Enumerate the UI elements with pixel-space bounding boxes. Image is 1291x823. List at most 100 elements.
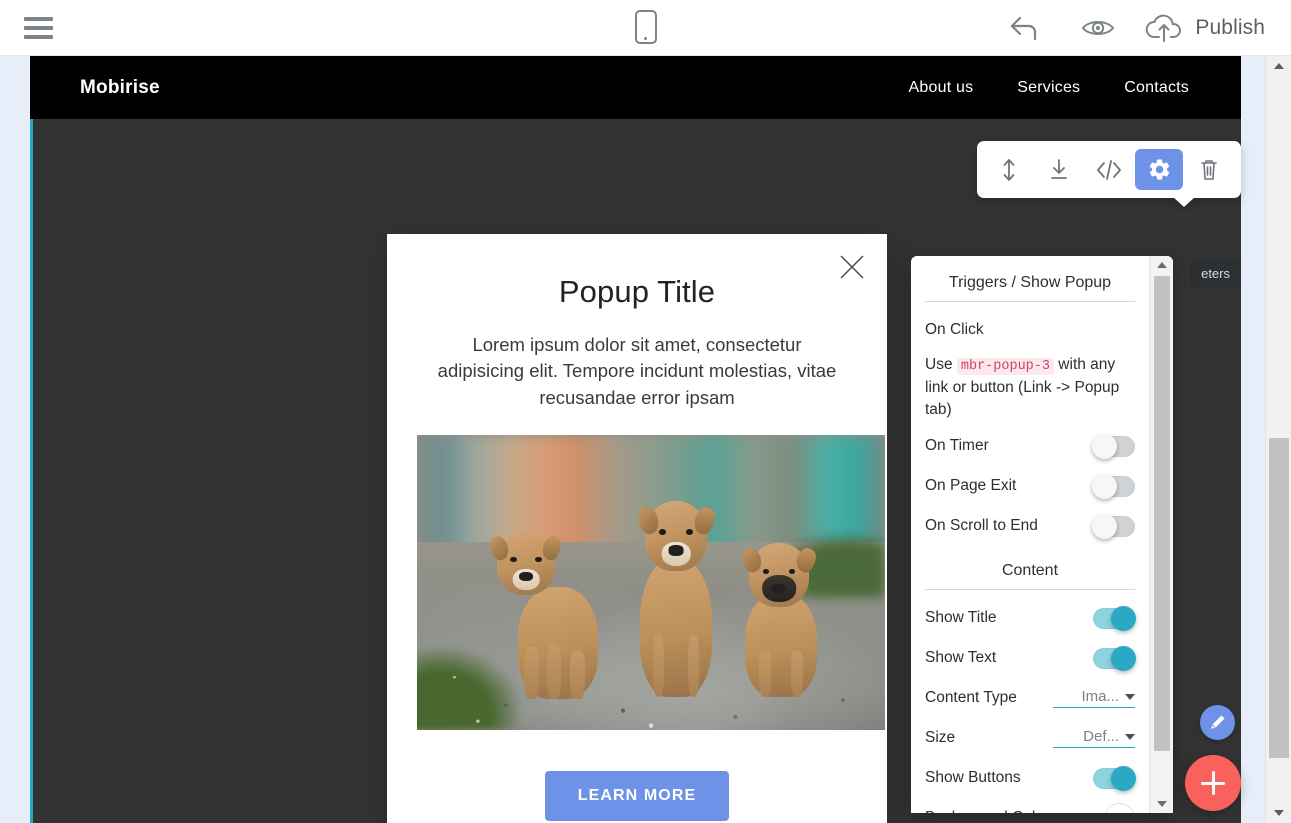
delete-block-button[interactable] xyxy=(1185,149,1233,190)
puppy-ear xyxy=(793,546,819,575)
edit-style-fab[interactable] xyxy=(1200,705,1235,740)
code-brackets-icon xyxy=(1094,158,1124,182)
select-content-type-value: Ima... xyxy=(1081,688,1119,705)
trash-icon xyxy=(1197,157,1221,183)
label-show-text: Show Text xyxy=(925,649,996,667)
publish-button[interactable]: Publish xyxy=(1135,12,1265,44)
window-scroll-up-arrow-icon[interactable] xyxy=(1274,63,1284,69)
row-show-text: Show Text xyxy=(925,642,1135,674)
toggle-show-title[interactable] xyxy=(1093,608,1135,629)
row-background-color: Background Color xyxy=(925,802,1135,813)
puppy-leg xyxy=(547,643,562,699)
device-home-dot xyxy=(644,37,647,40)
hamburger-bar xyxy=(24,17,53,21)
settings-panel-scrollbar[interactable] xyxy=(1149,256,1173,813)
puppy-eye xyxy=(763,569,770,574)
row-on-scroll-to-end: On Scroll to End xyxy=(925,510,1135,542)
label-on-scroll-to-end: On Scroll to End xyxy=(925,517,1038,535)
puppy-body xyxy=(640,559,712,697)
row-show-buttons: Show Buttons xyxy=(925,762,1135,794)
hint-prefix: Use xyxy=(925,356,957,373)
download-block-button[interactable] xyxy=(1035,149,1083,190)
puppy-ear xyxy=(635,504,662,536)
puppy-leg xyxy=(653,635,665,697)
scroll-up-arrow-icon[interactable] xyxy=(1157,262,1167,268)
settings-scroll-content: Triggers / Show Popup On Click Use mbr-p… xyxy=(911,270,1149,813)
close-x-icon[interactable] xyxy=(837,252,867,282)
puppy-center xyxy=(631,501,721,697)
undo-button[interactable] xyxy=(987,0,1061,56)
popup-text: Lorem ipsum dolor sit amet, consectetur … xyxy=(417,332,857,411)
puppy-ear xyxy=(739,546,765,575)
puppy-nose xyxy=(519,572,533,582)
publish-label: Publish xyxy=(1195,16,1265,40)
settings-scrollbar-thumb[interactable] xyxy=(1154,276,1170,751)
eye-preview-icon xyxy=(1080,15,1116,41)
settings-panel-body: Triggers / Show Popup On Click Use mbr-p… xyxy=(911,256,1149,813)
window-scrollbar-thumb[interactable] xyxy=(1269,438,1289,758)
puppy-nose xyxy=(669,545,684,556)
puppy-head xyxy=(645,501,707,571)
chevron-down-icon xyxy=(1125,694,1135,700)
gear-icon xyxy=(1147,157,1172,182)
puppy-body xyxy=(745,593,817,697)
plus-add-icon-v xyxy=(1212,771,1215,795)
close-x-glyph xyxy=(837,252,867,282)
toggle-on-page-exit[interactable] xyxy=(1093,476,1135,497)
block-settings-panel: Triggers / Show Popup On Click Use mbr-p… xyxy=(911,256,1173,813)
toggle-knob xyxy=(1092,474,1117,499)
mobile-preview-icon[interactable] xyxy=(633,10,659,46)
puppy-head xyxy=(749,543,809,607)
add-block-fab[interactable] xyxy=(1185,755,1241,811)
window-scrollbar[interactable] xyxy=(1265,56,1291,823)
puppy-left xyxy=(493,531,605,699)
block-parameters-button[interactable] xyxy=(1135,149,1183,190)
select-content-type[interactable]: Ima... xyxy=(1053,688,1135,708)
cloud-upload-icon xyxy=(1143,12,1185,44)
page-canvas: Mobirise About us Services Contacts Popu… xyxy=(0,56,1265,823)
toggle-on-timer[interactable] xyxy=(1093,436,1135,457)
nav-link-contacts[interactable]: Contacts xyxy=(1124,79,1189,97)
hamburger-menu-icon[interactable] xyxy=(24,17,53,39)
toggle-show-text[interactable] xyxy=(1093,648,1135,669)
edit-code-button[interactable] xyxy=(1085,149,1133,190)
window-scroll-down-arrow-icon[interactable] xyxy=(1274,810,1284,816)
scroll-down-arrow-icon[interactable] xyxy=(1157,801,1167,807)
puppy-right xyxy=(735,543,827,697)
nav-link-services[interactable]: Services xyxy=(1017,79,1080,97)
toggle-knob xyxy=(1092,434,1117,459)
three-puppies-photo xyxy=(417,435,885,730)
block-parameters-tooltip: eters xyxy=(1190,259,1241,288)
color-swatch-background[interactable] xyxy=(1104,803,1135,813)
preview-button[interactable] xyxy=(1061,0,1135,56)
toggle-knob xyxy=(1092,514,1117,539)
row-show-title: Show Title xyxy=(925,602,1135,634)
hamburger-bar xyxy=(24,35,53,39)
site-navbar: Mobirise About us Services Contacts xyxy=(30,56,1241,119)
move-block-button[interactable] xyxy=(985,149,1033,190)
label-show-buttons: Show Buttons xyxy=(925,769,1021,787)
row-on-click[interactable]: On Click xyxy=(925,314,1135,346)
download-arrow-icon xyxy=(1047,157,1071,183)
puppy-leg xyxy=(570,651,585,699)
block-toolbar xyxy=(977,141,1241,198)
toggle-knob xyxy=(1111,766,1136,791)
puppy-eye xyxy=(510,557,516,562)
popup-anchor-code[interactable]: mbr-popup-3 xyxy=(957,358,1054,375)
site-brand[interactable]: Mobirise xyxy=(80,77,160,99)
learn-more-button[interactable]: LEARN MORE xyxy=(545,771,730,821)
up-down-arrows-icon xyxy=(998,157,1020,183)
row-size: Size Def... xyxy=(925,722,1135,754)
popup-title: Popup Title xyxy=(417,274,857,310)
popup-actions: LEARN MORE xyxy=(417,771,857,821)
select-size[interactable]: Def... xyxy=(1053,728,1135,748)
nav-link-about-us[interactable]: About us xyxy=(909,79,974,97)
label-show-title: Show Title xyxy=(925,609,997,627)
label-on-page-exit: On Page Exit xyxy=(925,477,1016,495)
appbar-actions: Publish xyxy=(987,0,1265,56)
toggle-show-buttons[interactable] xyxy=(1093,768,1135,789)
row-on-page-exit: On Page Exit xyxy=(925,470,1135,502)
toggle-knob xyxy=(1111,606,1136,631)
photo-illustration xyxy=(417,435,885,730)
toggle-on-scroll-to-end[interactable] xyxy=(1093,516,1135,537)
